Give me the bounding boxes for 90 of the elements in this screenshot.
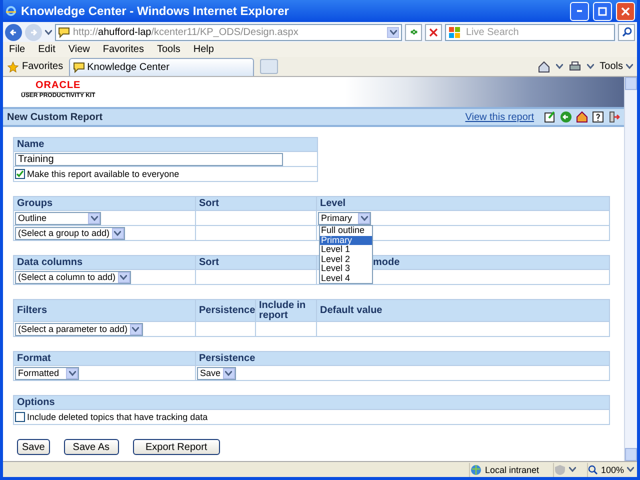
- level-select[interactable]: Primary: [318, 212, 371, 224]
- caret-icon: [569, 467, 576, 472]
- star-icon: [7, 60, 19, 72]
- column-header: Name: [14, 138, 318, 152]
- stop-button[interactable]: [425, 24, 442, 40]
- maximize-icon: [598, 6, 607, 16]
- caret-icon: [626, 64, 633, 69]
- name-field[interactable]: Training: [15, 152, 283, 166]
- help-icon: [592, 111, 604, 123]
- column-header: Format: [14, 352, 196, 366]
- group-select[interactable]: (Select a group to add): [15, 226, 125, 240]
- caret-icon: [360, 216, 368, 220]
- parameter-select[interactable]: (Select a parameter to add): [15, 322, 143, 336]
- back-button[interactable]: [5, 24, 22, 40]
- search-field[interactable]: Live Search: [445, 24, 615, 40]
- format-select[interactable]: Formatted: [15, 366, 79, 380]
- log-out-icon: [608, 111, 620, 123]
- caret-icon: [390, 30, 396, 34]
- option-checkbox[interactable]: [15, 412, 25, 422]
- back-arrow-icon: [9, 28, 18, 36]
- refresh-button[interactable]: [405, 24, 422, 40]
- close-icon: [621, 6, 630, 16]
- logo-name: ORACLE: [22, 80, 95, 93]
- action-button[interactable]: Save As: [64, 439, 118, 455]
- checkbox-label: Include deleted topics that have tracking data: [27, 412, 208, 422]
- menu-item[interactable]: View: [68, 44, 90, 55]
- column-header: Default value: [316, 300, 610, 322]
- close-button[interactable]: [616, 2, 635, 20]
- column-header: Groups: [14, 196, 196, 210]
- column-header: Filters: [14, 300, 196, 322]
- caret-icon: [586, 64, 594, 69]
- view-report-link[interactable]: View this report: [465, 112, 534, 122]
- tools-menu[interactable]: Tools: [600, 61, 633, 72]
- column-header: Sort: [196, 196, 316, 210]
- speech-bubble-icon: [73, 61, 86, 73]
- printer-icon: [568, 60, 581, 72]
- minimize-button[interactable]: [570, 2, 589, 20]
- column-header: Level: [316, 196, 610, 210]
- browser-logo-icon: [5, 5, 17, 17]
- caret-icon: [556, 64, 563, 69]
- home-icon: [538, 60, 550, 72]
- home-icon: [576, 111, 588, 123]
- checkbox-label: Make this report available to everyone: [27, 168, 180, 180]
- url-text: http://ahufford-lap/kcenter11/KP_ODS/Design.aspx: [73, 26, 300, 38]
- action-button[interactable]: Save: [17, 439, 50, 455]
- page-title: New Custom Report: [7, 112, 104, 122]
- forward-arrow-icon: [29, 28, 38, 36]
- globe-icon: [470, 464, 482, 476]
- menu-item[interactable]: File: [9, 44, 26, 55]
- speech-bubble-icon: [58, 26, 70, 38]
- back-circle-icon: [560, 111, 572, 123]
- menu-item[interactable]: Edit: [38, 44, 56, 55]
- menu-item[interactable]: Tools: [156, 44, 180, 55]
- stop-icon: [429, 28, 438, 36]
- caret-icon: [132, 326, 140, 332]
- address-field[interactable]: http://ahufford-lap/kcenter11/KP_ODS/Design.aspx: [55, 24, 402, 40]
- column-header: Data columns: [14, 256, 196, 270]
- edit-page-icon: [544, 111, 556, 123]
- caret-icon: [45, 30, 52, 34]
- caret-icon: [225, 370, 232, 376]
- browser-tab[interactable]: Knowledge Center: [69, 58, 254, 76]
- search-button[interactable]: [618, 24, 635, 40]
- caret-icon: [114, 230, 122, 236]
- caret-icon: [627, 467, 634, 472]
- caret-icon: [90, 216, 98, 220]
- caret-icon: [68, 370, 76, 376]
- zoom-control[interactable]: 100%: [587, 462, 637, 476]
- share-checkbox[interactable]: [15, 169, 25, 179]
- column-header: Sort: [196, 256, 316, 270]
- menu-item[interactable]: Help: [193, 44, 214, 55]
- search-icon: [622, 27, 632, 37]
- column-header: Include in report: [256, 300, 316, 322]
- column-header: Persistence: [196, 300, 256, 322]
- action-button[interactable]: Export Report: [132, 439, 220, 455]
- favorites-button[interactable]: Favorites: [7, 60, 64, 72]
- column-header: Options: [14, 396, 610, 410]
- column-header: Persistence: [196, 352, 610, 366]
- menu-item[interactable]: Favorites: [102, 44, 144, 55]
- group-select[interactable]: Outline: [15, 212, 101, 224]
- windows-flag-icon: [449, 26, 460, 38]
- security-icon: [554, 464, 566, 476]
- column-select[interactable]: (Select a column to add): [15, 270, 131, 284]
- zoom-icon: [588, 464, 598, 474]
- minimize-icon: [577, 10, 582, 12]
- scroll-bar[interactable]: [624, 77, 637, 461]
- caret-icon: [120, 274, 128, 280]
- zone-indicator: Local intranet: [469, 462, 549, 476]
- persistence-select[interactable]: Save: [197, 366, 236, 380]
- window-title: Knowledge Center - Windows Internet Explorer: [21, 4, 290, 18]
- maximize-button[interactable]: [593, 2, 612, 20]
